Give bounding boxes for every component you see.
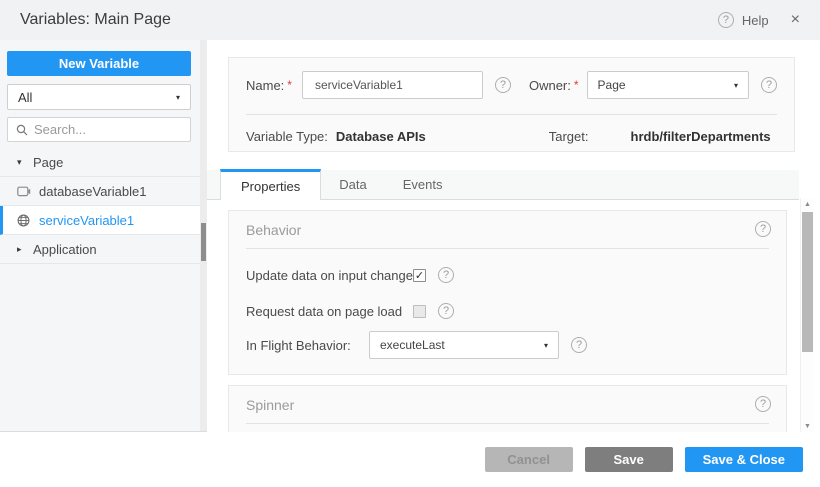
variables-tree: ▾ Page databaseVariable1: [0, 148, 200, 264]
chevron-down-icon: ▾: [544, 341, 548, 350]
tree-node-label: Application: [33, 242, 97, 257]
scroll-up-icon[interactable]: ▲: [801, 198, 814, 210]
tab-data[interactable]: Data: [321, 169, 384, 199]
dialog-footer: Cancel Save Save & Close: [0, 432, 820, 487]
database-variable-icon: [17, 184, 33, 198]
name-help-icon[interactable]: ?: [495, 77, 511, 93]
behavior-help-icon[interactable]: ?: [755, 221, 771, 237]
properties-scrollbar[interactable]: ▲ ▼: [800, 198, 814, 432]
tab-events[interactable]: Events: [385, 169, 461, 199]
name-owner-row: Name: * ? Owner: * Page ▾ ?: [246, 70, 777, 100]
target-value: hrdb/filterDepartments: [631, 129, 771, 144]
divider: [246, 114, 777, 115]
variable-filter-value: All: [18, 90, 32, 105]
divider: [246, 248, 769, 249]
owner-select[interactable]: Page ▾: [587, 71, 749, 99]
dialog-header: Variables: Main Page ? Help ×: [0, 0, 820, 40]
detail-tabs: Properties Data Events: [207, 170, 799, 200]
cancel-button[interactable]: Cancel: [485, 447, 573, 472]
divider: [246, 423, 769, 424]
request-data-label: Request data on page load: [246, 304, 413, 319]
tree-node-application[interactable]: ▸ Application: [0, 235, 200, 264]
behavior-section: Behavior ? Update data on input change ✓…: [228, 210, 787, 375]
in-flight-behavior-value: executeLast: [380, 338, 445, 352]
in-flight-behavior-row: In Flight Behavior: executeLast ▾ ?: [246, 331, 769, 359]
tree-node-label: Page: [33, 155, 63, 170]
spinner-section: Spinner ?: [228, 385, 787, 432]
search-icon: [16, 124, 28, 136]
tree-node-database-variable[interactable]: databaseVariable1: [0, 177, 200, 206]
required-asterisk: *: [287, 78, 292, 92]
help-link[interactable]: Help: [742, 13, 769, 28]
tree-node-label: databaseVariable1: [39, 184, 146, 199]
type-target-row: Variable Type: Database APIs Target: hrd…: [246, 124, 777, 148]
tab-properties[interactable]: Properties: [220, 169, 321, 200]
variable-type-value: Database APIs: [336, 129, 426, 144]
close-icon[interactable]: ×: [791, 11, 800, 29]
target-label: Target:: [549, 129, 589, 144]
in-flight-behavior-label: In Flight Behavior:: [246, 338, 369, 353]
tree-node-service-variable[interactable]: serviceVariable1: [0, 206, 200, 235]
owner-value: Page: [598, 78, 626, 92]
owner-label: Owner:: [529, 78, 571, 93]
request-data-checkbox[interactable]: [413, 305, 426, 318]
service-variable-globe-icon: [17, 213, 33, 227]
behavior-section-title: Behavior: [246, 222, 301, 238]
in-flight-behavior-select[interactable]: executeLast ▾: [369, 331, 559, 359]
properties-scrollbar-thumb[interactable]: [802, 212, 813, 352]
spinner-section-title: Spinner: [246, 397, 294, 413]
dialog-title: Variables: Main Page: [20, 11, 171, 29]
request-data-row: Request data on page load ?: [246, 297, 769, 325]
variable-detail-panel: Name: * ? Owner: * Page ▾ ? Variable Typ…: [207, 40, 820, 432]
sidebar-scrollbar[interactable]: [200, 40, 207, 431]
save-and-close-button[interactable]: Save & Close: [685, 447, 803, 472]
help-icon[interactable]: ?: [718, 12, 734, 28]
in-flight-behavior-help-icon[interactable]: ?: [571, 337, 587, 353]
update-data-row: Update data on input change ✓ ?: [246, 261, 769, 289]
spinner-help-icon[interactable]: ?: [755, 396, 771, 412]
save-button[interactable]: Save: [585, 447, 673, 472]
header-actions: ? Help ×: [718, 11, 820, 29]
expand-triangle-icon[interactable]: ▾: [17, 157, 33, 168]
update-data-help-icon[interactable]: ?: [438, 267, 454, 283]
update-data-label: Update data on input change: [246, 268, 413, 283]
chevron-down-icon: ▾: [176, 93, 180, 102]
collapse-triangle-icon[interactable]: ▸: [17, 244, 33, 255]
variables-dialog: Variables: Main Page ? Help × New Variab…: [0, 0, 820, 487]
variable-type-label: Variable Type:: [246, 129, 328, 144]
update-data-checkbox[interactable]: ✓: [413, 269, 426, 282]
tree-node-page[interactable]: ▾ Page: [0, 148, 200, 177]
name-label: Name:: [246, 78, 284, 93]
tree-node-label: serviceVariable1: [39, 213, 134, 228]
owner-help-icon[interactable]: ?: [761, 77, 777, 93]
scroll-down-icon[interactable]: ▼: [801, 420, 814, 432]
sidebar-scrollbar-thumb[interactable]: [201, 223, 206, 261]
search-input[interactable]: [34, 122, 164, 137]
variable-search[interactable]: [7, 117, 191, 142]
variable-summary-panel: Name: * ? Owner: * Page ▾ ? Variable Typ…: [228, 57, 795, 152]
chevron-down-icon: ▾: [734, 81, 738, 90]
new-variable-button[interactable]: New Variable: [7, 51, 191, 76]
request-data-help-icon[interactable]: ?: [438, 303, 454, 319]
variable-filter-select[interactable]: All ▾: [7, 84, 191, 110]
variables-sidebar: New Variable All ▾ ▾ Page: [0, 40, 207, 432]
name-input[interactable]: [302, 71, 483, 99]
required-asterisk: *: [574, 78, 579, 92]
